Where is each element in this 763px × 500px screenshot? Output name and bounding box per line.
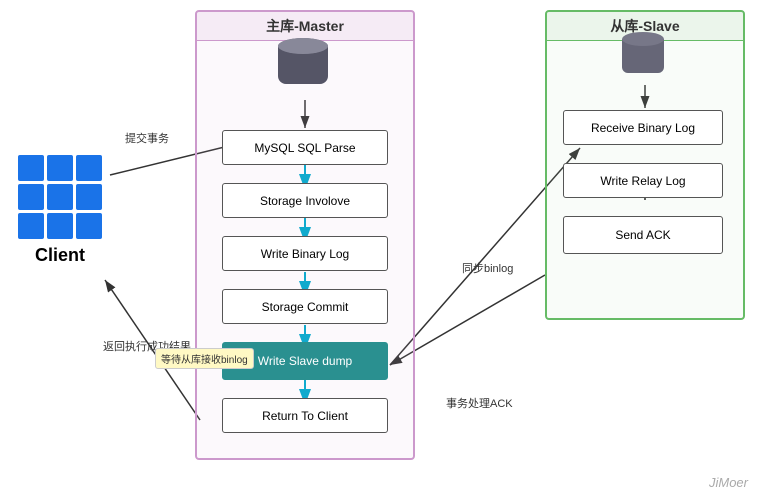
- grid-cell-4: [18, 184, 44, 210]
- receive-binary-log-label: Receive Binary Log: [591, 121, 695, 135]
- grid-cell-9: [76, 213, 102, 239]
- storage-involove-box: Storage Involove: [222, 183, 388, 218]
- send-ack-label: Send ACK: [615, 228, 670, 242]
- client-block: Client: [18, 155, 102, 266]
- return-to-client-box: Return To Client: [222, 398, 388, 433]
- slave-db-icon: [622, 32, 664, 80]
- diagram-container: 主库-Master 从库-Slave Clien: [0, 0, 763, 500]
- write-binary-log-label: Write Binary Log: [261, 247, 349, 261]
- write-binary-log-box: Write Binary Log: [222, 236, 388, 271]
- slave-db-top: [622, 32, 664, 46]
- master-db-icon: [278, 38, 328, 93]
- write-slave-dump-label: Write Slave dump: [258, 354, 352, 368]
- write-relay-log-label: Write Relay Log: [600, 174, 685, 188]
- grid-cell-5: [47, 184, 73, 210]
- storage-involove-label: Storage Involove: [260, 194, 350, 208]
- mysql-sql-parse-label: MySQL SQL Parse: [254, 141, 355, 155]
- grid-cell-1: [18, 155, 44, 181]
- slave-db-shape: [622, 32, 664, 80]
- grid-cell-6: [76, 184, 102, 210]
- watermark: JiMoer: [709, 475, 748, 490]
- client-grid: [18, 155, 102, 239]
- wait-slave-tooltip: 等待从库接收binlog: [155, 348, 254, 369]
- send-ack-box: Send ACK: [563, 216, 723, 254]
- master-db-shape: [278, 38, 328, 93]
- sync-binlog-label: 同步binlog: [462, 260, 513, 276]
- mysql-sql-parse-box: MySQL SQL Parse: [222, 130, 388, 165]
- db-top-highlight: [278, 38, 328, 54]
- grid-cell-8: [47, 213, 73, 239]
- return-to-client-label: Return To Client: [262, 409, 348, 423]
- storage-commit-label: Storage Commit: [262, 300, 349, 314]
- client-label: Client: [35, 245, 85, 266]
- transaction-ack-label: 事务处理ACK: [446, 395, 513, 411]
- receive-binary-log-box: Receive Binary Log: [563, 110, 723, 145]
- grid-cell-3: [76, 155, 102, 181]
- master-title: 主库-Master: [197, 12, 413, 41]
- submit-transaction-label: 提交事务: [125, 130, 169, 146]
- grid-cell-2: [47, 155, 73, 181]
- storage-commit-box: Storage Commit: [222, 289, 388, 324]
- grid-cell-7: [18, 213, 44, 239]
- write-relay-log-box: Write Relay Log: [563, 163, 723, 198]
